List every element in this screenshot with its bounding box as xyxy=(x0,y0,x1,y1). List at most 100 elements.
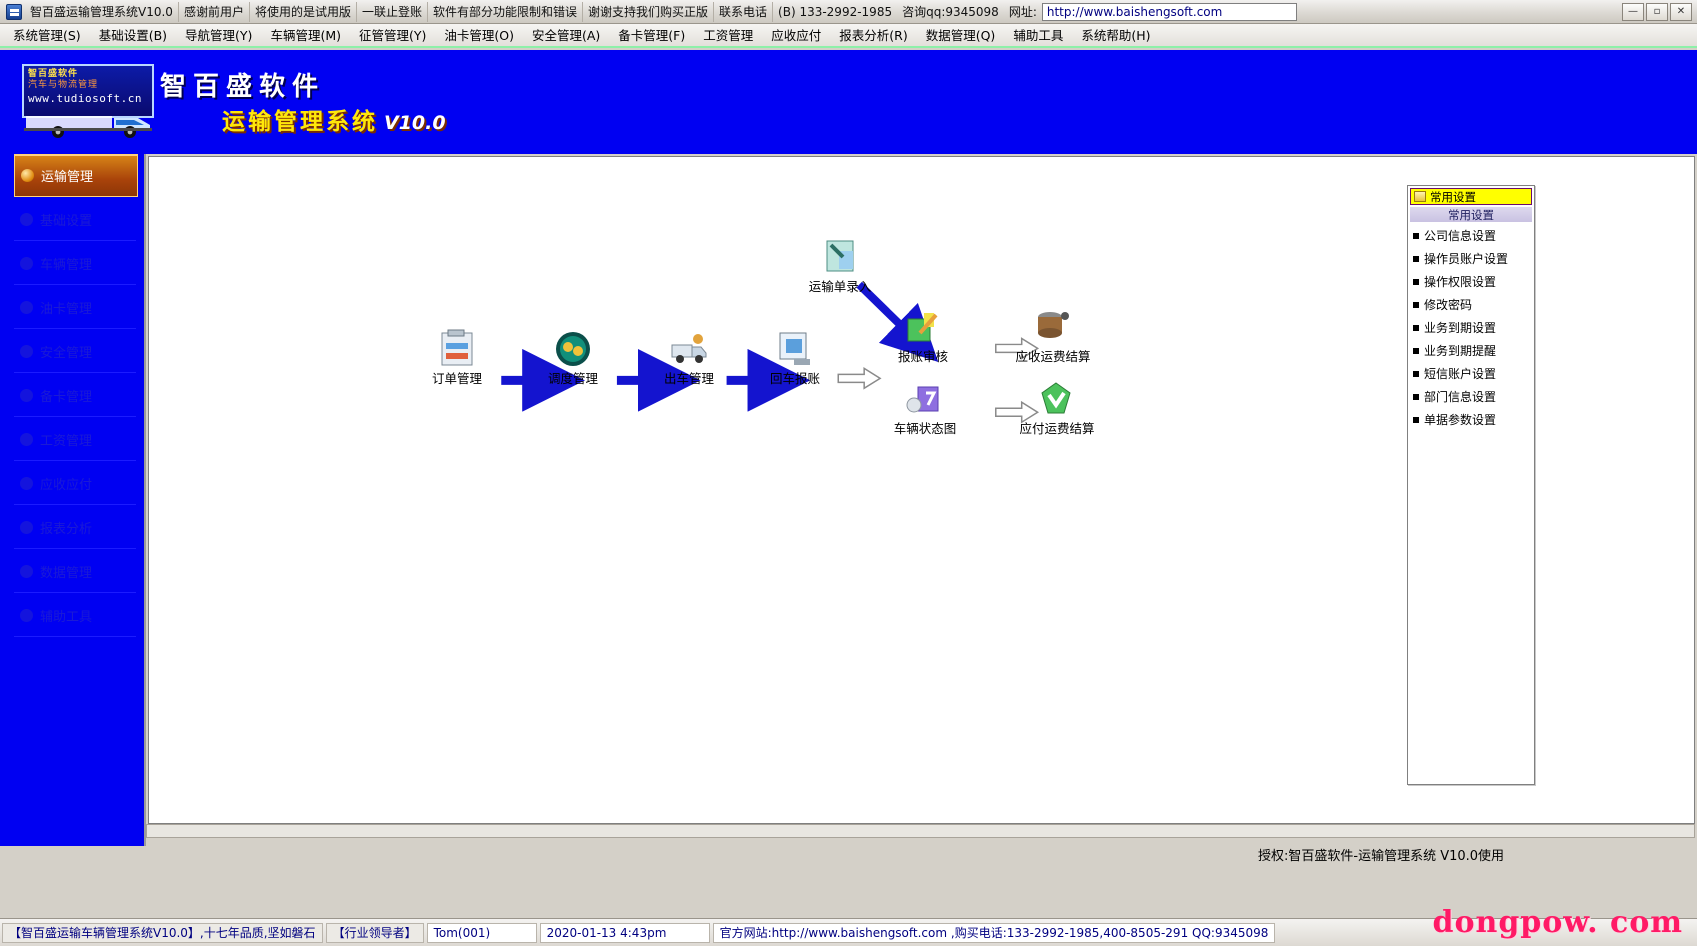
menu-item-13[interactable]: 系统帮助(H) xyxy=(1072,25,1159,45)
common-settings-panel: 常用设置 常用设置 公司信息设置操作员账户设置操作权限设置修改密码 业务到期设置业… xyxy=(1407,185,1535,785)
bullet-icon xyxy=(20,432,33,446)
sidebar-item-label-2: 车辆管理 xyxy=(40,257,93,273)
workspace: 订单管理 调度管理 出车管理 回车报账 运输单录入报账审核车辆状态图 应收运费结算应付运费… xyxy=(148,156,1695,824)
bullet-icon xyxy=(20,212,33,226)
common-settings-item-label-2: 操作权限设置 xyxy=(1424,275,1497,289)
menu-item-11[interactable]: 数据管理(Q) xyxy=(917,25,1005,45)
sidebar-item-2[interactable]: 车辆管理 xyxy=(14,242,136,285)
common-settings-item-7[interactable]: 部门信息设置 xyxy=(1408,385,1534,408)
common-settings-item-2[interactable]: 操作权限设置 xyxy=(1408,270,1534,293)
common-settings-item-label-0: 公司信息设置 xyxy=(1424,229,1497,243)
flow-node-label-receivable: 应收运费结算 xyxy=(1015,349,1091,364)
status-user: Tom(001) xyxy=(426,922,537,943)
common-settings-items: 公司信息设置操作员账户设置操作权限设置修改密码 业务到期设置 业务到期提醒短信账户设… xyxy=(1408,224,1534,431)
common-settings-item-6[interactable]: 短信账户设置 xyxy=(1408,362,1534,385)
flow-node-payable[interactable]: 应付运费结算 xyxy=(1011,379,1103,436)
menu-item-4[interactable]: 征管管理(Y) xyxy=(350,25,435,45)
sidebar-item-label-5: 备卡管理 xyxy=(40,389,93,405)
common-settings-item-3[interactable]: 修改密码 xyxy=(1408,293,1534,316)
truck-icon xyxy=(24,116,152,138)
app-icon xyxy=(6,3,22,20)
flow-node-label-vehicle: 车辆状态图 xyxy=(893,421,957,436)
sidebar-item-label-0: 运输管理 xyxy=(41,170,94,185)
status-tagline: 【行业领导者】 xyxy=(325,922,424,943)
horizontal-scrollbar[interactable] xyxy=(146,824,1695,838)
sidebar-item-label-3: 油卡管理 xyxy=(40,301,93,317)
bullet-icon xyxy=(20,388,33,402)
menu-item-1[interactable]: 基础设置(B) xyxy=(90,25,176,45)
truck-back-icon xyxy=(779,332,810,365)
close-button[interactable]: ✕ xyxy=(1670,2,1692,21)
menu-item-2[interactable]: 导航管理(Y) xyxy=(176,25,261,45)
sidebar-item-3[interactable]: 油卡管理 xyxy=(14,286,136,329)
product-title: 运输管理系统 V10.0 xyxy=(222,102,446,136)
menu-item-12[interactable]: 辅助工具 xyxy=(1004,25,1072,45)
payable-icon xyxy=(1041,382,1071,414)
flow-node-order[interactable]: 订单管理 xyxy=(411,329,503,386)
menu-item-7[interactable]: 备卡管理(F) xyxy=(609,25,694,45)
menu-item-0[interactable]: 系统管理(S) xyxy=(4,25,90,45)
bullet-icon xyxy=(20,564,33,578)
logo-line-1: 智百盛软件 xyxy=(28,69,79,79)
menu-item-3[interactable]: 车辆管理(M) xyxy=(261,25,350,45)
flow-node-label-audit: 报账审核 xyxy=(897,349,948,364)
authorization-text: 授权:智百盛软件-运输管理系统 V10.0使用 xyxy=(1258,849,1505,864)
flow-node-label-order: 订单管理 xyxy=(431,371,482,386)
sidebar-item-9[interactable]: 数据管理 xyxy=(14,550,136,593)
bullet-icon xyxy=(20,520,33,534)
title-segment-3: 一联止登账 xyxy=(357,1,428,22)
sidebar-item-4[interactable]: 安全管理 xyxy=(14,330,136,373)
sidebar-item-label-8: 报表分析 xyxy=(40,521,93,537)
menu-item-6[interactable]: 安全管理(A) xyxy=(523,25,609,45)
sidebar-item-8[interactable]: 报表分析 xyxy=(14,506,136,549)
logo-line-3: www.tudiosoft.cn xyxy=(28,91,142,105)
common-settings-title-label: 常用设置 xyxy=(1430,189,1476,204)
sidebar-item-7[interactable]: 应收应付 xyxy=(14,462,136,505)
common-settings-item-1[interactable]: 操作员账户设置 xyxy=(1408,247,1534,270)
clipboard-icon xyxy=(441,329,473,366)
product-version: V10.0 xyxy=(384,112,446,134)
entry-icon xyxy=(826,240,854,272)
sidebar-item-5[interactable]: 备卡管理 xyxy=(14,374,136,417)
flow-node-return[interactable]: 回车报账 xyxy=(749,329,841,386)
common-settings-subtitle: 常用设置 xyxy=(1410,207,1532,222)
product-name: 运输管理系统 xyxy=(222,109,378,135)
menu-item-9[interactable]: 应收应付 xyxy=(762,25,830,45)
title-segment-4: 软件有部分功能限制和错误 xyxy=(428,1,583,22)
common-settings-item-8[interactable]: 单据参数设置 xyxy=(1408,408,1534,431)
title-segment-5: 谢谢支持我们购买正版 xyxy=(583,1,715,22)
sidebar-item-10[interactable]: 辅助工具 xyxy=(14,594,136,637)
common-settings-item-label-6: 短信账户设置 xyxy=(1424,367,1497,381)
common-settings-item-0[interactable]: 公司信息设置 xyxy=(1408,224,1534,247)
menu-item-10[interactable]: 报表分析(R) xyxy=(830,25,916,45)
bullet-icon xyxy=(21,169,34,182)
flow-node-dispatch[interactable]: 调度管理 xyxy=(527,329,619,386)
flow-node-vehicle[interactable]: 车辆状态图 xyxy=(879,379,971,436)
title-segment-8: 咨询qq:9345098 xyxy=(902,4,999,19)
flow-node-entry[interactable]: 运输单录入 xyxy=(794,237,886,294)
status-datetime: 2020-01-13 4:43pm xyxy=(539,922,710,943)
flow-node-label-return: 回车报账 xyxy=(769,371,820,386)
flow-node-audit[interactable]: 报账审核 xyxy=(877,307,969,364)
minimize-button[interactable]: — xyxy=(1622,2,1644,21)
sidebar-item-label-7: 应收应付 xyxy=(40,477,93,493)
common-settings-item-4[interactable]: 业务到期设置 xyxy=(1408,316,1534,339)
sidebar-item-0[interactable]: 运输管理 xyxy=(14,154,138,197)
sidebar-item-1[interactable]: 基础设置 xyxy=(14,198,136,241)
title-segment-7: (B) 133-2992-1985 xyxy=(778,4,893,19)
menu-item-5[interactable]: 油卡管理(O) xyxy=(435,25,523,45)
flow-node-depart[interactable]: 出车管理 xyxy=(643,329,735,386)
common-settings-title[interactable]: 常用设置 xyxy=(1410,188,1532,205)
title-segment-1: 感谢前用户 xyxy=(179,1,250,22)
website-url[interactable]: http://www.baishengsoft.com xyxy=(1041,2,1297,21)
truck-out-icon xyxy=(671,334,707,363)
sidebar-item-6[interactable]: 工资管理 xyxy=(14,418,136,461)
common-settings-item-5[interactable]: 业务到期提醒 xyxy=(1408,339,1534,362)
bullet-square-icon xyxy=(1413,393,1419,400)
watermark: dongpow. com xyxy=(1432,905,1683,940)
bullet-square-icon xyxy=(1413,416,1419,423)
maximize-button[interactable]: ▫ xyxy=(1646,2,1668,21)
menu-item-8[interactable]: 工资管理 xyxy=(694,25,762,45)
flow-node-receivable[interactable]: 应收运费结算 xyxy=(1007,307,1099,364)
sidebar-item-label-4: 安全管理 xyxy=(40,345,93,361)
